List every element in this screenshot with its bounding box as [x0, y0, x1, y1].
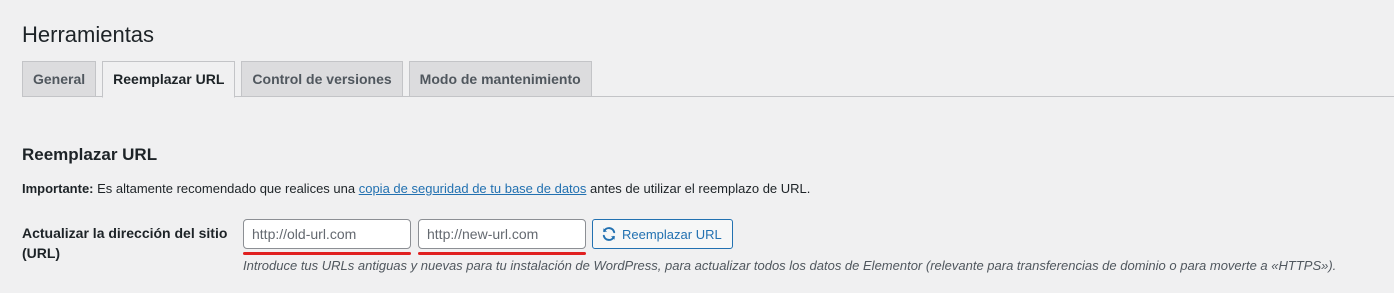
- new-url-annotation-underline: [418, 252, 586, 255]
- notice-strong: Importante:: [22, 181, 94, 196]
- tab-reemplazar-url[interactable]: Reemplazar URL: [102, 61, 236, 98]
- notice-text-before: Es altamente recomendado que realices un…: [93, 181, 359, 196]
- old-url-annotation-underline: [243, 252, 411, 255]
- backup-database-link[interactable]: copia de seguridad de tu base de datos: [359, 181, 587, 196]
- old-url-input[interactable]: [243, 219, 411, 249]
- tab-bar: General Reemplazar URL Control de versio…: [22, 61, 592, 98]
- new-url-input[interactable]: [418, 219, 586, 249]
- elementor-tools-page: Herramientas General Reemplazar URL Cont…: [0, 0, 1394, 293]
- refresh-icon: [601, 226, 617, 242]
- site-url-label: Actualizar la dirección del sitio (URL): [22, 225, 228, 261]
- replace-url-button-label: Reemplazar URL: [622, 226, 722, 242]
- section-title: Reemplazar URL: [22, 145, 158, 164]
- tab-general[interactable]: General: [22, 61, 97, 96]
- replace-url-description: Introduce tus URLs antiguas y nuevas par…: [243, 258, 1337, 273]
- replace-url-button[interactable]: Reemplazar URL: [592, 219, 733, 249]
- tab-control-de-versiones[interactable]: Control de versiones: [241, 61, 403, 96]
- tab-modo-de-mantenimiento[interactable]: Modo de mantenimiento: [408, 61, 592, 96]
- backup-notice: Importante: Es altamente recomendado que…: [22, 180, 810, 198]
- page-title: Herramientas: [22, 22, 155, 47]
- notice-text-after: antes de utilizar el reemplazo de URL.: [586, 181, 811, 196]
